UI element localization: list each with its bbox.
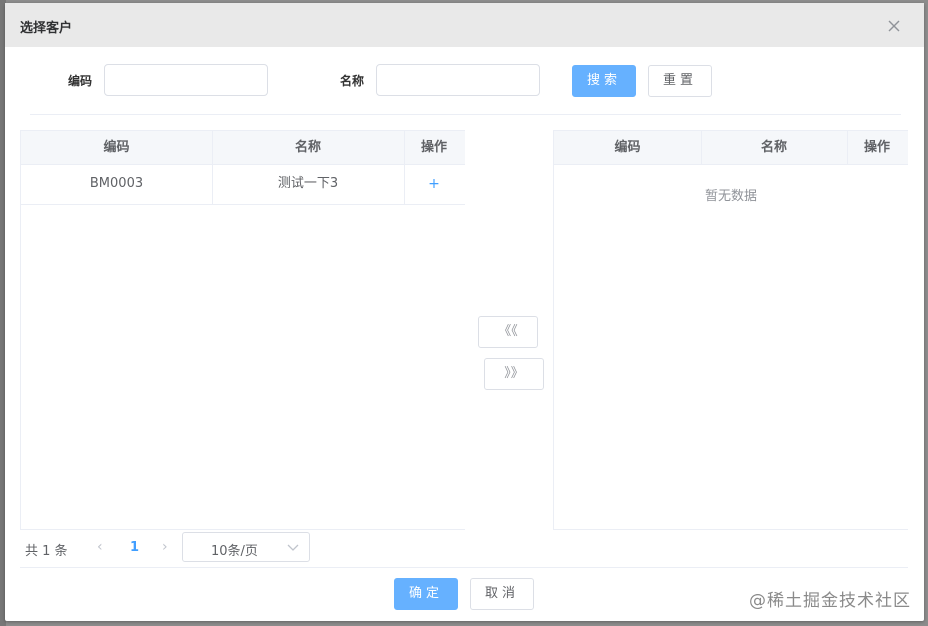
close-icon[interactable]: [885, 17, 903, 35]
move-left-button[interactable]: 《《: [478, 316, 538, 348]
column-header-name[interactable]: 名称: [701, 131, 847, 164]
name-search-input[interactable]: [376, 64, 540, 96]
prev-page-icon[interactable]: ‹: [97, 539, 103, 555]
cell-code: BM0003: [89, 176, 144, 191]
column-header-action[interactable]: 操作: [847, 131, 907, 164]
code-search-input[interactable]: [104, 64, 268, 96]
confirm-button[interactable]: 确定: [394, 578, 458, 610]
column-header-code[interactable]: 编码: [21, 131, 212, 164]
cell-action: +: [404, 164, 464, 204]
table-row[interactable]: BM0003 测试一下3 +: [21, 164, 465, 205]
next-page-icon[interactable]: ›: [162, 539, 168, 555]
code-label: 编码: [68, 74, 93, 88]
chevron-down-icon: [287, 541, 299, 553]
pagination-page-1[interactable]: 1: [130, 540, 139, 555]
page-size-value: 10条/页: [211, 544, 258, 559]
select-customer-dialog: 选择客户 编码 名称 搜索 重置 编码 名称 操作 BM0003 测试一下3 +…: [5, 3, 924, 621]
column-header-code[interactable]: 编码: [554, 131, 701, 164]
add-icon[interactable]: +: [428, 176, 440, 192]
name-label: 名称: [340, 74, 365, 88]
cancel-button[interactable]: 取消: [470, 578, 534, 610]
search-divider: [30, 114, 901, 115]
footer-divider: [20, 567, 908, 568]
watermark: @稀土掘金技术社区: [749, 591, 911, 611]
column-header-name[interactable]: 名称: [212, 131, 404, 164]
empty-state-text: 暂无数据: [704, 189, 757, 204]
dialog-header: 选择客户: [5, 3, 924, 47]
target-table-header: 编码 名称 操作: [554, 131, 908, 165]
pagination-total: 共 1 条: [25, 544, 68, 559]
reset-button[interactable]: 重置: [648, 65, 712, 97]
dialog-title: 选择客户: [20, 21, 73, 36]
source-table-header: 编码 名称 操作: [21, 131, 465, 165]
cell-name: 测试一下3: [277, 176, 339, 191]
column-header-action[interactable]: 操作: [404, 131, 464, 164]
page-size-select[interactable]: 10条/页: [182, 532, 310, 562]
source-table: 编码 名称 操作 BM0003 测试一下3 +: [20, 130, 465, 530]
move-right-button[interactable]: 》》: [484, 358, 544, 390]
target-table: 编码 名称 操作 暂无数据: [553, 130, 908, 530]
search-button[interactable]: 搜索: [572, 65, 636, 97]
